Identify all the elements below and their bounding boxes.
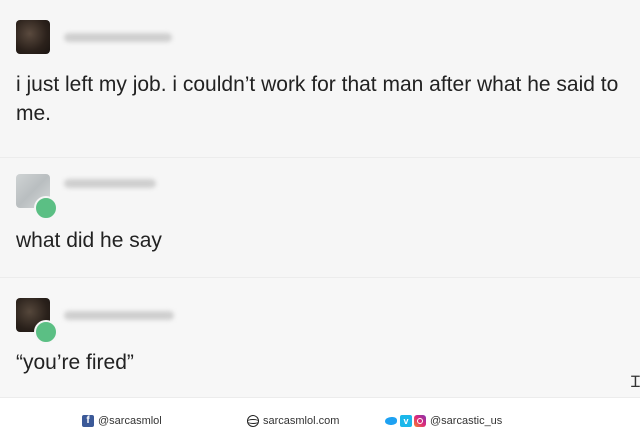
post-answer: “you’re fired”	[0, 278, 640, 398]
twitter-icon	[384, 415, 398, 427]
dribbble-icon	[247, 415, 259, 427]
website-credit: sarcasmlol.com	[247, 415, 339, 427]
post-text: “you’re fired”	[16, 351, 134, 374]
username-blurred[interactable]	[64, 311, 174, 320]
facebook-handle: @sarcasmlol	[98, 415, 162, 427]
facebook-credit: @sarcasmlol	[82, 415, 162, 427]
avatar-badge-icon	[34, 196, 58, 220]
post-reply: what did he say	[0, 158, 640, 278]
post-text: i just left my job. i couldn’t work for …	[16, 73, 619, 125]
edge-mark: Ɪ	[631, 372, 640, 391]
social-credit: @sarcastic_us	[384, 415, 502, 427]
post-original: i just left my job. i couldn’t work for …	[0, 0, 640, 158]
facebook-icon	[82, 415, 94, 427]
watermark-footer: @sarcasmlol sarcasmlol.com @sarcastic_us	[0, 398, 640, 444]
post-text: what did he say	[16, 229, 162, 252]
avatar[interactable]	[16, 20, 50, 54]
social-handle: @sarcastic_us	[430, 415, 503, 427]
instagram-icon	[414, 415, 426, 427]
website-text: sarcasmlol.com	[263, 415, 340, 427]
vimeo-icon	[400, 415, 412, 427]
username-blurred[interactable]	[64, 33, 172, 42]
username-blurred[interactable]	[64, 179, 156, 188]
avatar-badge-icon	[34, 320, 58, 344]
